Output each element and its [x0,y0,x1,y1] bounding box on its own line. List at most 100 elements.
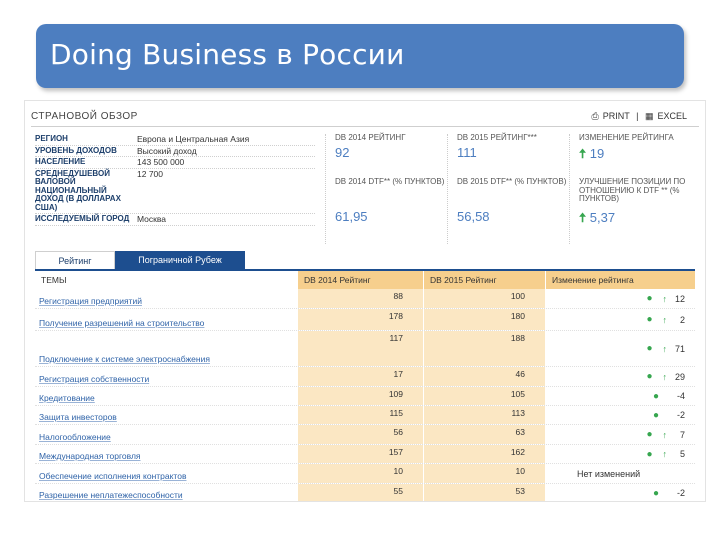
topic-link[interactable]: Разрешение неплатежеспособности [35,484,297,501]
tab-frontier[interactable]: Пограничной Рубеж [115,251,245,269]
table-row: Кредитование 109 105 ● -4 [35,387,695,406]
change-dot-icon: ● [652,409,659,421]
table-row: Защита инвесторов 115 113 ● -2 [35,406,695,425]
arrow-up-icon: 🠅 [579,145,587,161]
info-row: СРЕДНЕДУШЕВОЙ ВАЛОВОЙ НАЦИОНАЛЬНЫЙ ДОХОД… [35,168,315,214]
tab-rating[interactable]: Рейтинг [35,251,115,269]
topic-link[interactable]: Регистрация собственности [35,367,297,386]
embedded-screenshot: СТРАНОВОЙ ОБЗОР ⎙ PRINT | ▦ EXCEL РЕГИОН Е… [24,100,706,502]
stat-value: 61,95 [335,209,368,224]
db2015-cell: 113 [423,406,545,424]
info-label: СРЕДНЕДУШЕВОЙ ВАЛОВОЙ НАЦИОНАЛЬНЫЙ ДОХОД… [35,168,121,212]
db2015-cell: 63 [423,425,545,444]
stat-label: DB 2014 DTF** (% ПУНКТОВ) [335,177,445,186]
db2015-cell: 100 [423,289,545,308]
arrow-up-icon: ↑ [662,371,668,382]
arrow-up-icon: ↑ [662,314,668,325]
print-icon[interactable]: ⎙ [592,111,599,121]
column-header[interactable]: DB 2014 Рейтинг [297,271,423,289]
table-header: ТЕМЫ DB 2014 Рейтинг DB 2015 Рейтинг Изм… [35,271,695,289]
table-row: Получение разрешений на строительство 17… [35,309,695,331]
table-row: Регистрация собственности 17 46 ● ↑ 29 [35,367,695,387]
topic-link[interactable]: Международная торговля [35,445,297,463]
print-link[interactable]: PRINT [603,111,630,121]
arrow-up-icon: ↑ [662,343,668,354]
column-header: ТЕМЫ [41,275,67,285]
column-header[interactable]: DB 2015 Рейтинг [423,271,545,289]
table-row: Обеспечение исполнения контрактов 10 10 … [35,464,695,484]
info-row: УРОВЕНЬ ДОХОДОВ Высокий доход [35,146,315,157]
table-row: Регистрация предприятий 88 100 ● ↑ 12 [35,289,695,309]
change-cell: ● ↑ 29 [545,367,695,386]
change-value: -4 [676,391,685,401]
excel-link[interactable]: EXCEL [657,111,687,121]
stat-value: 111 [457,144,477,160]
topic-link[interactable]: Защита инвесторов [35,406,297,424]
slide: Doing Business в России СТРАНОВОЙ ОБЗОР … [0,0,720,540]
info-value: Европа и Центральная Азия [137,134,250,144]
info-row: ИССЛЕДУЕМЫЙ ГОРОД Москва [35,214,315,226]
change-value: 5 [679,449,685,459]
stat-label: ИЗМЕНЕНИЕ РЕЙТИНГА [579,133,674,142]
db2014-cell: 115 [297,406,423,424]
info-label: РЕГИОН [35,134,68,143]
info-label: НАСЕЛЕНИЕ [35,157,86,166]
table-row: Международная торговля 157 162 ● ↑ 5 [35,445,695,464]
change-dot-icon: ● [646,343,653,354]
table-row: Разрешение неплатежеспособности 55 53 ● -… [35,484,695,501]
db2015-cell: 180 [423,309,545,330]
topic-link[interactable]: Обеспечение исполнения контрактов [35,464,297,483]
excel-icon[interactable]: ▦ [645,111,654,121]
change-value: -2 [676,488,685,498]
info-value: 143 500 000 [137,157,185,167]
db2014-cell: 17 [297,367,423,386]
db2015-cell: 10 [423,464,545,483]
stat-number: 19 [589,145,605,161]
column-divider [447,134,448,244]
db2014-cell: 10 [297,464,423,483]
stat-label: DB 2015 РЕЙТИНГ*** [457,133,537,142]
db2014-cell: 157 [297,445,423,463]
change-cell: ● ↑ 5 [545,445,695,463]
topic-link[interactable]: Подключение к системе электроснабжения [35,331,297,366]
change-value: 29 [674,371,685,382]
stat-value: 92 [335,144,350,160]
db2015-cell: 53 [423,484,545,501]
change-dot-icon: ● [652,390,659,402]
db2014-cell: 88 [297,289,423,308]
change-value: -2 [676,410,685,420]
stat-label: DB 2015 DTF** (% ПУНКТОВ) [457,177,567,186]
change-cell: ● -2 [545,484,695,501]
change-value: 12 [674,293,685,304]
stat-dtf-change: УЛУЧШЕНИЕ ПОЗИЦИИ ПО ОТНОШЕНИЮ К DTF ** … [579,177,689,204]
stat-label: УЛУЧШЕНИЕ ПОЗИЦИИ ПО ОТНОШЕНИЮ К DTF ** … [579,177,686,203]
stat-dtf-2015: DB 2015 DTF** (% ПУНКТОВ) [457,177,567,187]
stat-dtf-2014: DB 2014 DTF** (% ПУНКТОВ) [335,177,445,187]
change-cell: ● ↑ 7 [545,425,695,444]
change-cell: Нет изменений [577,468,641,479]
arrow-up-icon: ↑ [662,449,668,459]
table-body: Регистрация предприятий 88 100 ● ↑ 12 Полу… [35,289,695,501]
topic-link[interactable]: Регистрация предприятий [35,289,297,308]
stat-rank-2014: DB 2014 РЕЙТИНГ 92 [335,133,445,160]
change-dot-icon: ● [646,429,653,440]
topic-link[interactable]: Получение разрешений на строительство [35,309,297,330]
topic-link[interactable]: Налогообложение [35,425,297,444]
change-dot-icon: ● [646,371,653,382]
info-label: ИССЛЕДУЕМЫЙ ГОРОД [35,214,130,223]
title-box: Doing Business в России [36,24,684,88]
info-value: Москва [137,214,167,224]
column-header[interactable]: Изменение рейтинга [545,271,695,289]
db2015-cell: 188 [423,331,545,366]
change-cell: ● ↑ 2 [545,309,695,330]
topic-link[interactable]: Кредитование [35,387,297,405]
change-dot-icon: ● [646,293,653,304]
db2014-cell: 117 [297,331,423,366]
info-row: РЕГИОН Европа и Центральная Азия [35,134,315,146]
section-heading: СТРАНОВОЙ ОБЗОР [31,111,138,122]
info-value: 12 700 [137,168,163,179]
arrow-up-icon: ↑ [662,429,668,440]
info-row: НАСЕЛЕНИЕ 143 500 000 [35,157,315,169]
stat-rank-change: ИЗМЕНЕНИЕ РЕЙТИНГА 🠅 19 [579,133,689,167]
change-value: 2 [679,314,685,325]
